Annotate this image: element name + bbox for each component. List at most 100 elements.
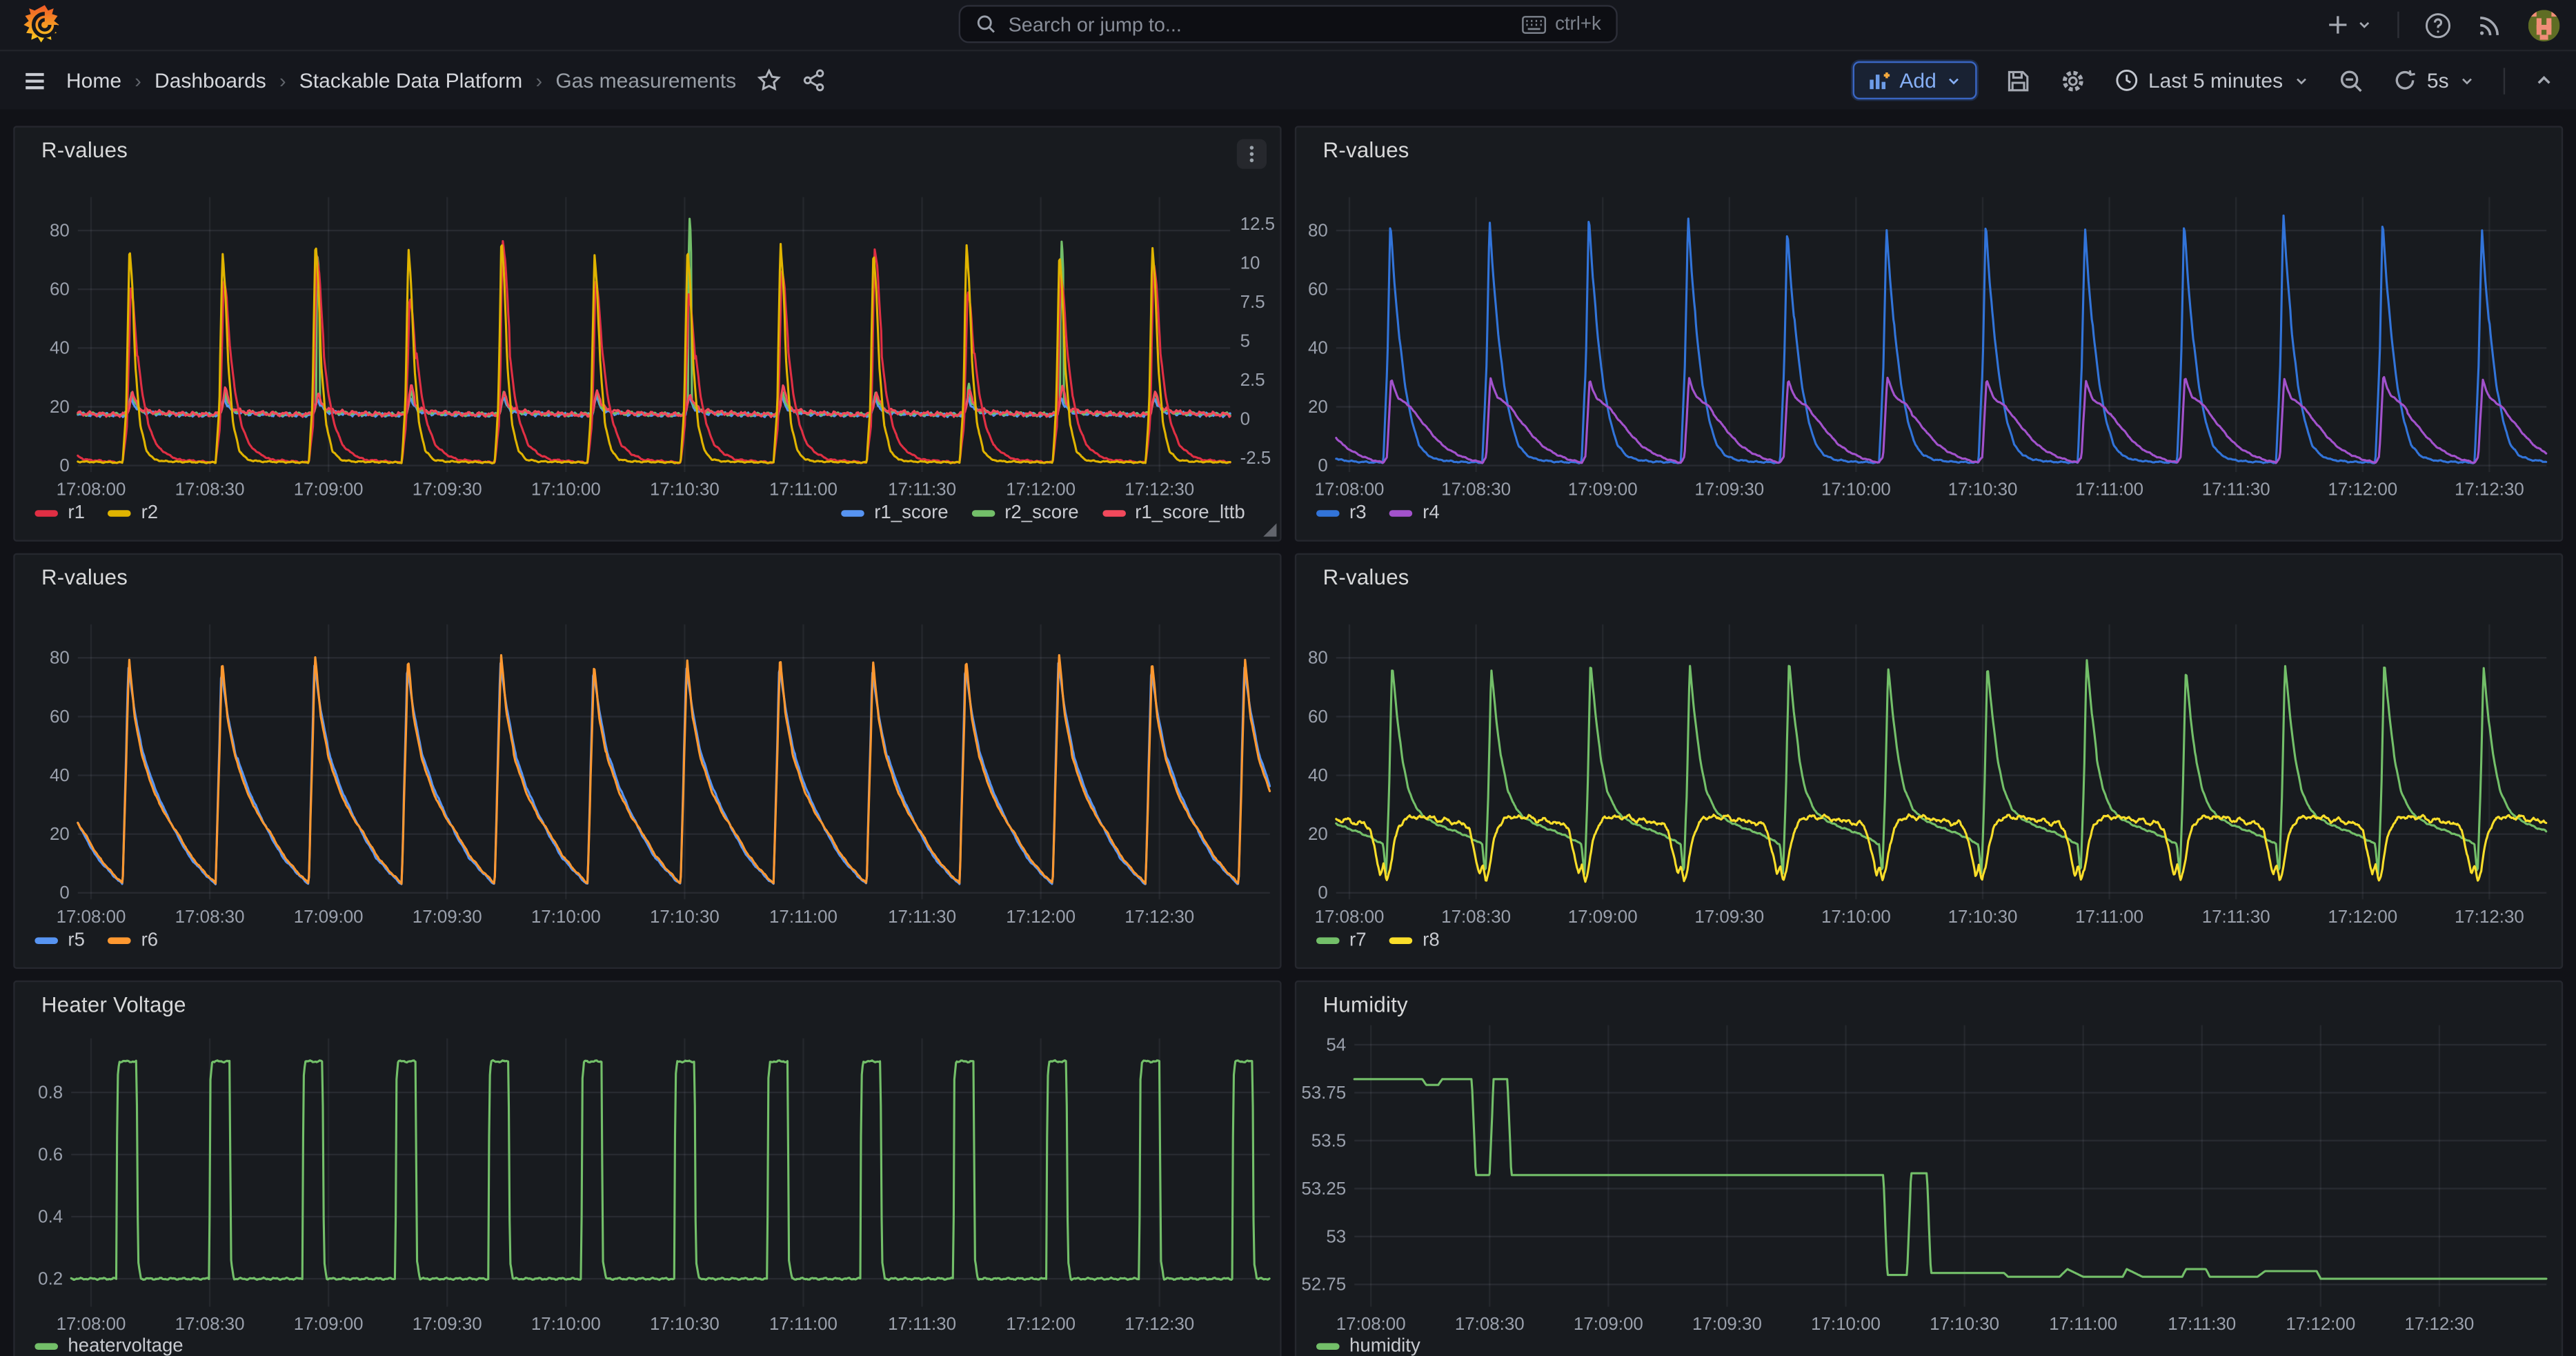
svg-text:53.5: 53.5 xyxy=(1311,1131,1346,1150)
series-line-humidity xyxy=(1354,1079,2546,1279)
svg-text:17:10:00: 17:10:00 xyxy=(1821,907,1891,927)
legend-item-r2_score[interactable]: r2_score xyxy=(971,504,1078,524)
svg-text:17:09:00: 17:09:00 xyxy=(294,480,364,500)
legend-item-r3[interactable]: r3 xyxy=(1316,504,1367,524)
svg-text:17:10:30: 17:10:30 xyxy=(1948,907,2018,927)
time-range-label: Last 5 minutes xyxy=(2148,69,2283,92)
star-icon xyxy=(756,68,781,92)
search-shortcut-label: ctrl+k xyxy=(1555,14,1601,34)
svg-text:60: 60 xyxy=(1308,707,1328,727)
add-panel-icon xyxy=(1868,69,1892,92)
series-line-r6 xyxy=(78,655,1270,883)
series-line-r8 xyxy=(1336,814,2546,882)
svg-text:17:10:00: 17:10:00 xyxy=(1811,1315,1881,1334)
zoom-out-button[interactable] xyxy=(2337,67,2364,93)
save-icon xyxy=(2004,67,2030,93)
svg-text:17:10:30: 17:10:30 xyxy=(650,1315,720,1334)
collapse-toolbar-button[interactable] xyxy=(2533,70,2555,91)
legend-swatch xyxy=(841,510,864,517)
share-button[interactable] xyxy=(801,68,826,92)
legend-label: r3 xyxy=(1349,504,1367,524)
svg-text:17:12:00: 17:12:00 xyxy=(1006,480,1076,500)
legend-item-r2[interactable]: r2 xyxy=(108,504,159,524)
legend-item-r1[interactable]: r1 xyxy=(34,504,85,524)
svg-text:17:08:30: 17:08:30 xyxy=(1455,1315,1525,1334)
svg-text:80: 80 xyxy=(50,221,70,240)
panel-legend: humidity xyxy=(1316,1335,1420,1356)
add-button[interactable]: Add xyxy=(1853,61,1976,99)
svg-text:17:11:30: 17:11:30 xyxy=(2202,480,2270,500)
save-dashboard-button[interactable] xyxy=(2004,67,2030,93)
legend-item-r6[interactable]: r6 xyxy=(108,931,159,951)
svg-text:80: 80 xyxy=(1308,221,1328,240)
svg-text:60: 60 xyxy=(50,707,70,727)
time-range-picker[interactable]: Last 5 minutes xyxy=(2114,68,2310,92)
favorite-button[interactable] xyxy=(756,68,781,92)
svg-text:54: 54 xyxy=(1326,1035,1346,1054)
legend-swatch xyxy=(34,510,58,517)
series-line-r3 xyxy=(1336,215,2546,463)
svg-text:7.5: 7.5 xyxy=(1240,293,1265,312)
breadcrumb-folder[interactable]: Stackable Data Platform xyxy=(299,69,523,92)
chart-humidity: 52.755353.2553.553.755417:08:0017:08:301… xyxy=(1296,982,2564,1356)
mega-menu-button[interactable] xyxy=(21,67,48,93)
legend-item-r5[interactable]: r5 xyxy=(34,931,85,951)
svg-text:20: 20 xyxy=(1308,397,1328,417)
panel-humidity-6: Humidity52.755353.2553.553.755417:08:001… xyxy=(1295,981,2563,1356)
panel-resize-handle[interactable] xyxy=(1263,523,1276,536)
chart-r-values: 02040608017:08:0017:08:3017:09:0017:09:3… xyxy=(1296,555,2564,970)
legend-swatch xyxy=(1316,937,1340,944)
svg-text:17:11:00: 17:11:00 xyxy=(2049,1315,2117,1334)
legend-swatch xyxy=(108,937,132,944)
legend-item-heatervoltage[interactable]: heatervoltage xyxy=(34,1337,183,1356)
svg-text:17:10:00: 17:10:00 xyxy=(531,1315,601,1334)
chart-r-values: 02040608017:08:0017:08:3017:09:0017:09:3… xyxy=(1296,128,2564,543)
svg-text:17:08:00: 17:08:00 xyxy=(57,1315,126,1334)
search-input[interactable]: Search or jump to... ctrl+k xyxy=(959,5,1618,43)
svg-text:0: 0 xyxy=(1318,456,1327,475)
breadcrumb: Home › Dashboards › Stackable Data Platf… xyxy=(66,69,736,92)
new-menu-button[interactable] xyxy=(2326,13,2372,37)
svg-text:17:11:00: 17:11:00 xyxy=(2075,907,2143,927)
svg-text:0.8: 0.8 xyxy=(38,1083,63,1103)
legend-item-humidity[interactable]: humidity xyxy=(1316,1337,1420,1356)
legend-swatch xyxy=(1316,1343,1340,1350)
svg-text:0: 0 xyxy=(59,456,69,475)
toolbar-actions: Add Last 5 minutes xyxy=(1853,61,2555,99)
svg-text:17:08:00: 17:08:00 xyxy=(1336,1315,1406,1334)
svg-text:17:10:30: 17:10:30 xyxy=(1930,1315,1999,1334)
panel-legend: heatervoltage xyxy=(34,1335,183,1356)
help-button[interactable] xyxy=(2424,11,2453,39)
svg-text:17:11:00: 17:11:00 xyxy=(769,907,838,927)
chevron-down-icon xyxy=(2459,72,2475,88)
legend-item-r8[interactable]: r8 xyxy=(1389,931,1440,951)
svg-text:80: 80 xyxy=(1308,649,1328,668)
svg-text:17:09:00: 17:09:00 xyxy=(294,907,364,927)
refresh-picker[interactable]: 5s xyxy=(2392,68,2475,92)
avatar[interactable] xyxy=(2528,9,2560,41)
panel-legend: r1 r2 xyxy=(34,502,158,525)
legend-label: heatervoltage xyxy=(68,1337,183,1356)
breadcrumb-dashboards[interactable]: Dashboards xyxy=(155,69,266,92)
svg-text:17:12:30: 17:12:30 xyxy=(2404,1315,2474,1334)
svg-text:17:11:30: 17:11:30 xyxy=(888,1315,956,1334)
top-navbar: Search or jump to... ctrl+k xyxy=(0,0,2576,51)
svg-text:17:09:30: 17:09:30 xyxy=(1694,480,1764,500)
svg-text:17:09:00: 17:09:00 xyxy=(294,1315,364,1334)
svg-text:17:10:00: 17:10:00 xyxy=(1821,480,1891,500)
grafana-logo-icon[interactable] xyxy=(23,3,66,46)
legend-item-r4[interactable]: r4 xyxy=(1389,504,1440,524)
plus-icon xyxy=(2326,13,2350,37)
svg-text:17:11:30: 17:11:30 xyxy=(2202,907,2270,927)
svg-text:17:08:30: 17:08:30 xyxy=(175,480,245,500)
legend-item-r1_score_lttb[interactable]: r1_score_lttb xyxy=(1102,504,1245,524)
dashboard-settings-button[interactable] xyxy=(2059,67,2085,93)
svg-text:17:11:00: 17:11:00 xyxy=(769,480,838,500)
breadcrumb-home[interactable]: Home xyxy=(66,69,121,92)
svg-text:17:08:00: 17:08:00 xyxy=(1315,907,1385,927)
legend-item-r1_score[interactable]: r1_score xyxy=(841,504,948,524)
news-button[interactable] xyxy=(2477,12,2503,38)
legend-item-r7[interactable]: r7 xyxy=(1316,931,1367,951)
svg-text:17:12:00: 17:12:00 xyxy=(2328,907,2397,927)
svg-text:20: 20 xyxy=(1308,825,1328,844)
